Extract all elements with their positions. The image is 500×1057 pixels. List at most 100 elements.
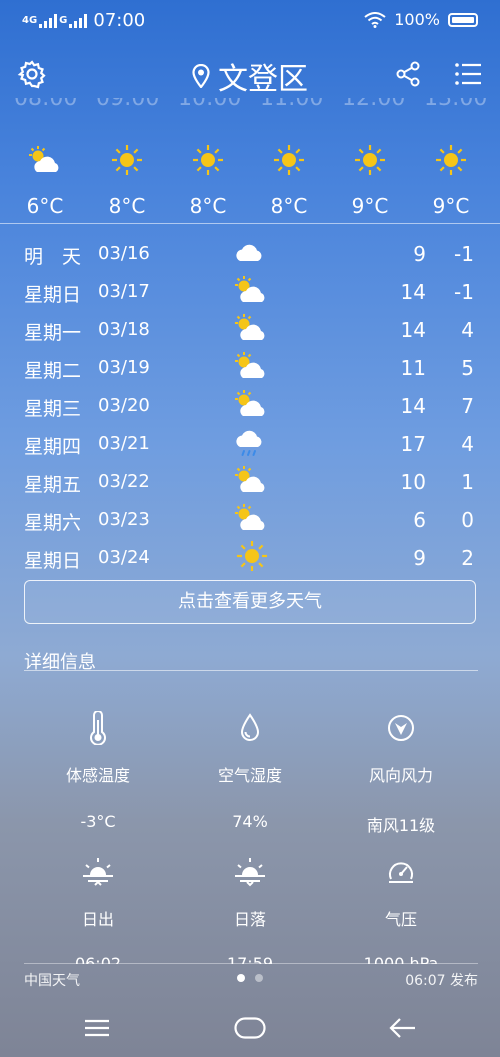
home-button[interactable]	[230, 1012, 270, 1044]
weekday: 星期二	[24, 360, 82, 382]
hourly-item: 9°C	[330, 144, 410, 218]
share-button[interactable]	[390, 56, 426, 92]
signal-indicator: 4G G	[22, 13, 88, 28]
sun-icon	[237, 541, 267, 571]
detail-pressure: 气压	[318, 852, 484, 930]
divider	[24, 963, 478, 964]
high-temp: 11	[400, 356, 426, 380]
daily-row[interactable]: 星期五 03/22 10 1	[0, 462, 500, 500]
battery-percent: 100%	[394, 10, 440, 29]
partly-cloudy-icon	[235, 390, 265, 416]
weekday: 星期三	[24, 398, 82, 420]
back-button[interactable]	[383, 1012, 423, 1044]
date: 03/23	[98, 509, 150, 530]
more-weather-button[interactable]: 点击查看更多天气	[24, 580, 476, 624]
high-temp: 9	[413, 242, 426, 266]
partly-cloudy-icon	[235, 276, 265, 302]
date: 03/19	[98, 357, 150, 378]
daily-row[interactable]: 星期六 03/23 6 0	[0, 500, 500, 538]
navigation-bar	[0, 1000, 500, 1057]
date: 03/21	[98, 433, 150, 454]
hourly-times-clipped: 08:00 09:00 10:00 11:00 12:00 13:00	[0, 98, 500, 112]
back-arrow-icon	[389, 1018, 415, 1038]
location-pin-icon	[192, 64, 210, 88]
detail-label: 日出	[81, 910, 114, 929]
partly-cloudy-icon	[235, 352, 265, 378]
hourly-item: 6°C	[5, 144, 85, 218]
hour-label: 09:00	[96, 98, 160, 111]
date: 03/20	[98, 395, 150, 416]
hourly-temp: 6°C	[26, 194, 64, 218]
wifi-icon	[364, 11, 386, 28]
detail-humidity: 空气湿度 74%	[167, 708, 333, 831]
sun-icon	[274, 145, 304, 175]
hour-label: 11:00	[260, 98, 324, 111]
high-temp: 14	[400, 318, 426, 342]
hourly-forecast[interactable]: 6°C 8°C 8°C 8°C 9°C 9°C	[0, 144, 500, 224]
detail-label: 日落	[233, 910, 266, 929]
sun-icon	[112, 145, 142, 175]
high-temp: 14	[400, 280, 426, 304]
partly-cloudy-icon	[235, 314, 265, 340]
hourly-item: 9°C	[411, 144, 491, 218]
hourly-item: 8°C	[87, 144, 167, 218]
sun-icon	[193, 145, 223, 175]
weekday: 星期一	[24, 322, 82, 344]
low-temp: 4	[461, 318, 474, 342]
weekday: 星期日	[24, 284, 82, 306]
clock: 07:00	[93, 10, 146, 31]
daily-row[interactable]: 星期四 03/21 17 4	[0, 424, 500, 462]
low-temp: 1	[461, 470, 474, 494]
hourly-temp: 8°C	[108, 194, 146, 218]
detail-sunset: 日落	[167, 852, 333, 930]
hourly-item: 8°C	[168, 144, 248, 218]
daily-row[interactable]: 星期二 03/19 11 5	[0, 348, 500, 386]
low-temp: -1	[454, 280, 474, 304]
humidity-icon	[240, 713, 260, 741]
hour-label: 12:00	[342, 98, 406, 111]
sunset-icon	[235, 858, 265, 887]
detail-wind: 风向风力 南风11级	[318, 708, 484, 836]
publish-time: 06:07 发布	[405, 973, 478, 989]
daily-row[interactable]: 星期三 03/20 14 7	[0, 386, 500, 424]
weekday: 星期五	[24, 474, 82, 496]
page-dot-active[interactable]	[237, 974, 245, 982]
daily-row[interactable]: 星期日 03/24 9 2	[0, 538, 500, 576]
wind-icon	[388, 715, 414, 741]
divider	[0, 223, 500, 224]
app-header: 文登区	[0, 48, 500, 100]
detail-label: 体感温度	[65, 766, 130, 785]
high-temp: 14	[400, 394, 426, 418]
low-temp: 2	[461, 546, 474, 570]
weekday: 星期六	[24, 512, 82, 534]
detail-value: 南风11级	[366, 816, 436, 835]
hourly-temp: 8°C	[189, 194, 227, 218]
daily-row[interactable]: 明 天 03/16 9 -1	[0, 234, 500, 272]
partly-cloudy-icon	[29, 146, 59, 172]
daily-row[interactable]: 星期日 03/17 14 -1	[0, 272, 500, 310]
detail-value: 74%	[232, 812, 268, 831]
hourly-temp: 9°C	[351, 194, 389, 218]
recent-apps-button[interactable]	[77, 1012, 117, 1044]
weekday: 星期日	[24, 550, 82, 572]
page-dot[interactable]	[255, 974, 263, 982]
signal-bars-icon	[39, 13, 58, 28]
daily-row[interactable]: 星期一 03/18 14 4	[0, 310, 500, 348]
status-bar: 4G G 07:00 100%	[0, 0, 500, 42]
partly-cloudy-icon	[235, 466, 265, 492]
date: 03/24	[98, 547, 150, 568]
location-name: 文登区	[218, 62, 308, 97]
weekday: 星期四	[24, 436, 82, 458]
cloud-icon	[236, 244, 262, 261]
menu-icon	[85, 1019, 109, 1037]
divider	[24, 670, 478, 671]
detail-label: 风向风力	[368, 766, 433, 785]
detail-value: -3°C	[80, 812, 116, 831]
date: 03/22	[98, 471, 150, 492]
menu-list-icon	[455, 63, 481, 85]
battery-icon	[448, 12, 478, 27]
low-temp: 0	[461, 508, 474, 532]
menu-button[interactable]	[450, 56, 486, 92]
hourly-item: 8°C	[249, 144, 329, 218]
date: 03/18	[98, 319, 150, 340]
